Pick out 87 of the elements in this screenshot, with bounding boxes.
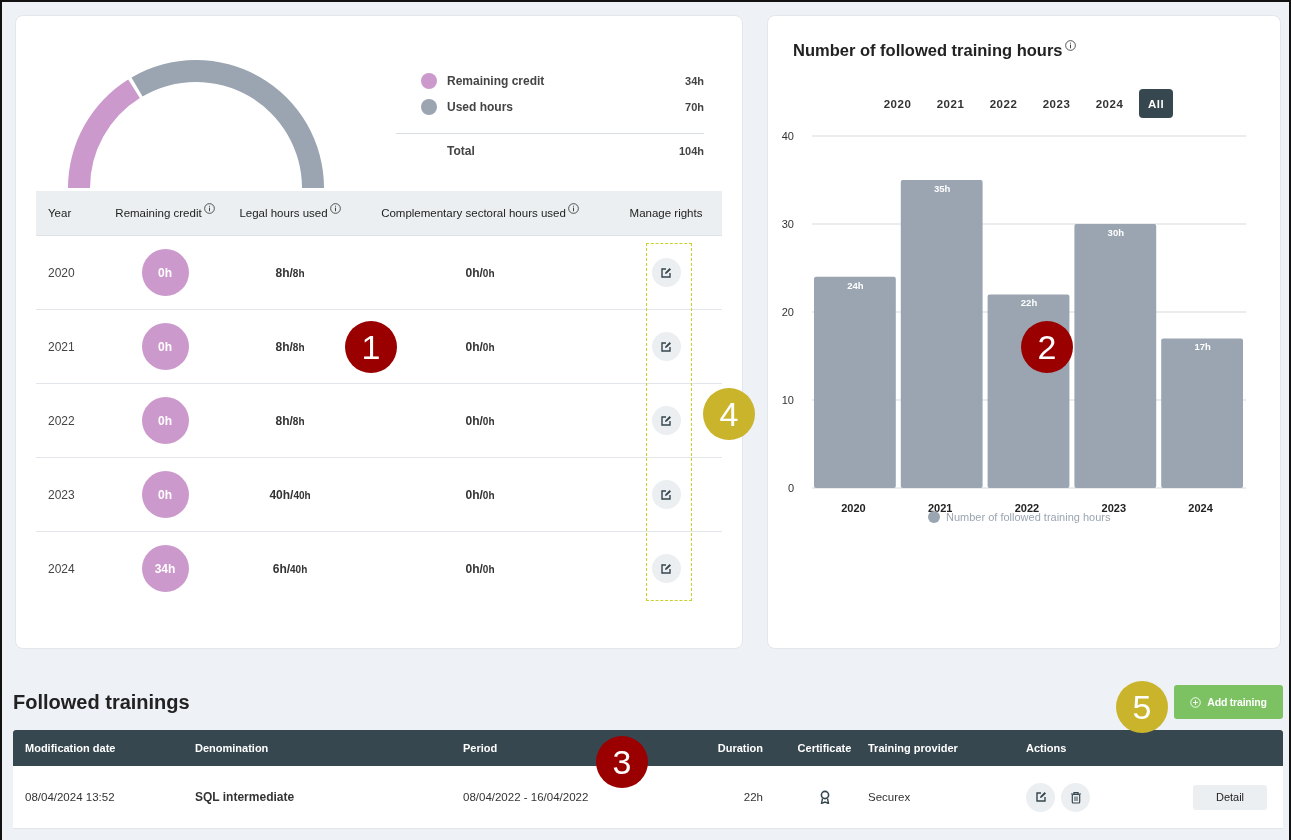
detail-button[interactable]: Detail <box>1193 784 1267 810</box>
axis-category-label: 2023 <box>1101 502 1127 514</box>
remaining-badge: 34h <box>141 545 189 592</box>
axis-category-label: 2020 <box>841 502 866 514</box>
year-filter-tab[interactable]: 2024 <box>1086 89 1133 118</box>
year-filter-tab[interactable]: 2021 <box>927 89 974 118</box>
bar-value-label: 22h <box>1020 297 1038 309</box>
year-filter-tab[interactable]: 2020 <box>874 89 921 118</box>
pencil-icon <box>660 488 672 501</box>
bar-value-label: 35h <box>934 183 951 194</box>
year-filter-tab[interactable]: All <box>1139 89 1173 118</box>
column-header: Denomination <box>195 742 270 754</box>
sectoral-hours-cell: 0h/0h <box>465 561 495 576</box>
column-header: Actions <box>1026 742 1068 754</box>
year-cell: 2023 <box>48 487 75 502</box>
edit-button[interactable] <box>651 406 681 435</box>
pencil-icon <box>660 562 672 575</box>
year-cell: 2021 <box>48 339 75 354</box>
year-filter-tab[interactable]: 2023 <box>1033 89 1080 118</box>
total-value: 104h <box>678 145 704 157</box>
axis-tick-label: 20 <box>781 306 794 318</box>
period-cell-text: 08/04/2022 - 16/04/2022 <box>463 791 590 803</box>
axis-tick-label: 30 <box>781 218 794 230</box>
remaining-badge: 0h <box>141 471 189 518</box>
legal-hours-cell: 6h/40h <box>272 561 308 576</box>
column-header: Training provider <box>868 742 959 754</box>
info-icon[interactable] <box>1064 40 1076 51</box>
training-name-cell-text: SQL intermediate <box>195 790 296 804</box>
legal-hours-cell: 8h/8h <box>275 413 305 428</box>
legend-label: Remaining credit <box>447 74 546 88</box>
column-header: Manage rights <box>629 207 703 219</box>
axis-category-label: 2021 <box>927 502 953 514</box>
delete-button[interactable] <box>1061 782 1090 812</box>
pencil-icon <box>660 414 672 427</box>
column-header: Legal hours used <box>239 207 328 219</box>
date-cell-text: 08/04/2024 13:52 <box>24 791 116 803</box>
bar-value-label: 24h <box>847 279 864 291</box>
total-label: Total <box>447 144 476 158</box>
edit-button[interactable] <box>651 554 681 583</box>
remaining-badge: 0h <box>141 397 189 444</box>
sectoral-hours-cell: 0h/0h <box>465 487 495 502</box>
plus-icon <box>1190 696 1202 708</box>
column-header: Remaining credit <box>115 207 202 219</box>
pencil-icon <box>660 340 672 353</box>
section-title: Followed trainings <box>13 690 190 714</box>
legend-label: Used hours <box>447 100 514 114</box>
edit-button[interactable] <box>651 480 681 509</box>
sectoral-hours-cell: 0h/0h <box>465 265 495 280</box>
axis-category-label: 2022 <box>1014 502 1040 514</box>
info-icon[interactable] <box>567 203 579 214</box>
legal-hours-cell: 40h/40h <box>269 487 311 502</box>
remaining-badge: 0h <box>141 323 189 370</box>
axis-tick-label: 0 <box>787 482 794 494</box>
trash-icon <box>1069 790 1082 804</box>
legal-hours-cell: 8h/8h <box>275 265 305 280</box>
legend-value: 34h <box>685 75 704 87</box>
info-icon[interactable] <box>329 203 341 214</box>
year-cell: 2020 <box>48 265 75 280</box>
bar-value-label: 17h <box>1194 341 1211 353</box>
year-filter-tab[interactable]: 2022 <box>980 89 1027 118</box>
column-header: Modification date <box>24 742 117 754</box>
provider-cell-text: Securex <box>868 791 912 803</box>
column-header: Period <box>463 742 499 754</box>
pencil-icon <box>660 266 672 279</box>
legal-hours-cell: 8h/8h <box>275 339 305 354</box>
column-header: Complementary sectoral hours used <box>381 207 566 219</box>
remaining-badge: 0h <box>141 249 189 296</box>
column-header: Year <box>48 207 72 219</box>
axis-category-label: 2024 <box>1188 502 1213 514</box>
sectoral-hours-cell: 0h/0h <box>465 413 495 428</box>
edit-button[interactable] <box>1026 782 1055 812</box>
duration-cell-text: 22h <box>742 791 763 803</box>
bar-value-label: 30h <box>1107 227 1124 238</box>
callout-number: 5 <box>1116 681 1168 733</box>
info-icon[interactable] <box>203 203 215 214</box>
pencil-icon <box>1034 791 1047 803</box>
edit-button[interactable] <box>651 332 681 361</box>
edit-button[interactable] <box>651 258 681 287</box>
year-cell: 2022 <box>48 413 75 428</box>
chart-title: Number of followed training hours <box>793 41 1063 60</box>
sectoral-hours-cell: 0h/0h <box>465 339 495 354</box>
column-header: Certificate <box>796 742 853 754</box>
legend-value: 70h <box>685 101 704 113</box>
year-cell: 2024 <box>48 561 75 576</box>
axis-tick-label: 40 <box>781 130 794 142</box>
column-header: Duration <box>716 742 763 754</box>
axis-tick-label: 10 <box>781 394 794 406</box>
